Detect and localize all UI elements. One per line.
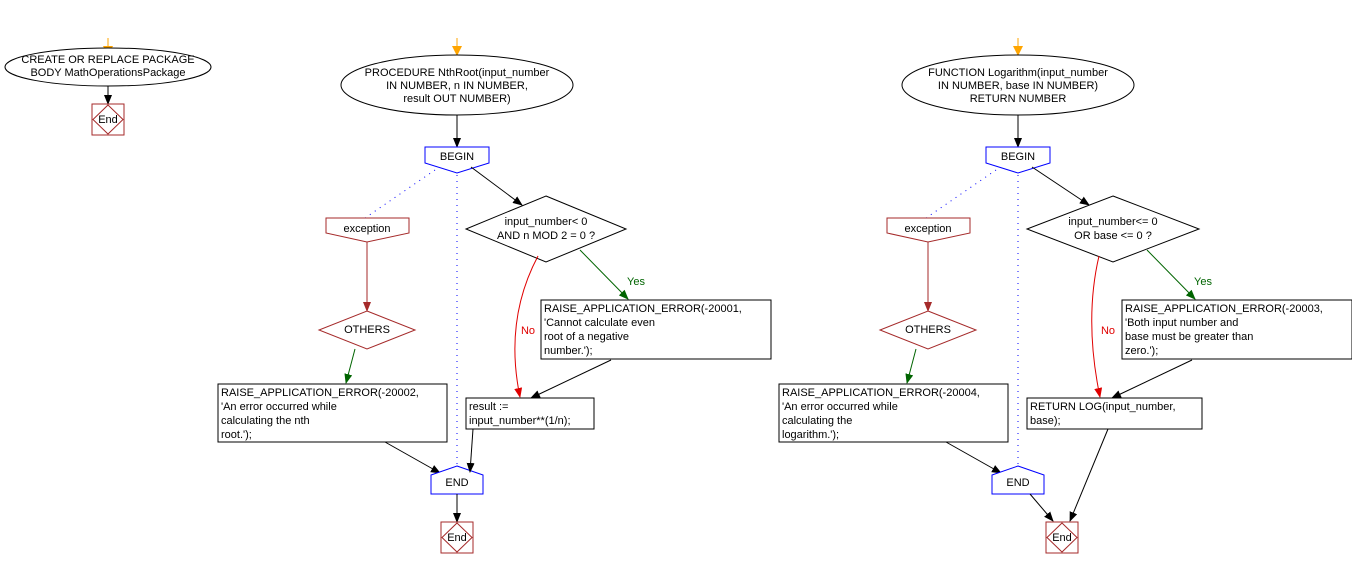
procedure-header-text: RETURN NUMBER: [970, 93, 1067, 105]
yes-action-text: RAISE_APPLICATION_ERROR(-20001,: [544, 303, 742, 315]
decision-text: AND n MOD 2 = 0 ?: [497, 230, 595, 242]
yes-action-text: RAISE_APPLICATION_ERROR(-20003,: [1125, 303, 1323, 315]
flow-arrow: [1029, 493, 1054, 522]
end-block-label: END: [1006, 477, 1029, 489]
others-action-text: calculating the: [782, 415, 852, 427]
no-action-text: input_number**(1/n);: [469, 415, 571, 427]
flow-arrow: [466, 428, 475, 473]
others-label: OTHERS: [905, 324, 951, 336]
decision-text: input_number< 0: [505, 216, 588, 228]
others-action-text: root.');: [221, 429, 252, 441]
flowchart: CREATE OR REPLACE PACKAGEBODY MathOperat…: [4, 38, 1352, 554]
others-action-text: RAISE_APPLICATION_ERROR(-20002,: [221, 387, 419, 399]
no-arrow: [1091, 255, 1103, 398]
others-arrow: [344, 348, 356, 384]
flow-arrow: [530, 359, 612, 399]
exception-label: exception: [343, 223, 390, 235]
decision-text: OR base <= 0 ?: [1074, 230, 1152, 242]
yes-action-text: root of a negative: [544, 331, 629, 343]
others-arrow: [905, 348, 917, 384]
others-label: OTHERS: [344, 324, 390, 336]
flow-arrow: [384, 441, 441, 474]
no-action-text: result :=: [469, 401, 508, 413]
procedure-header-text: FUNCTION Logarithm(input_number: [928, 67, 1108, 79]
procedure-end-node-label: End: [1052, 532, 1072, 544]
procedure-header-text: result OUT NUMBER): [403, 93, 510, 105]
flow-arrow: [1069, 428, 1109, 522]
begin-label: BEGIN: [1001, 151, 1035, 163]
yes-action-text: base must be greater than: [1125, 331, 1253, 343]
others-action-text: 'An error occurred while: [782, 401, 898, 413]
no-label: No: [1101, 325, 1115, 337]
yes-action-text: number.');: [544, 345, 593, 357]
yes-label: Yes: [1194, 276, 1212, 288]
yes-action-text: zero.');: [1125, 345, 1158, 357]
flow-arrow: [1111, 359, 1193, 399]
dotted-connector: [364, 169, 436, 219]
others-action-text: 'An error occurred while: [221, 401, 337, 413]
exception-label: exception: [904, 223, 951, 235]
procedure-header-text: IN NUMBER, base IN NUMBER): [938, 80, 1098, 92]
yes-action-text: 'Cannot calculate even: [544, 317, 655, 329]
package-end-node-label: End: [98, 114, 118, 126]
others-action-text: logarithm.');: [782, 429, 839, 441]
dotted-connector: [925, 169, 997, 219]
flow-arrow: [1031, 166, 1090, 206]
no-label: No: [521, 325, 535, 337]
others-action-text: calculating the nth: [221, 415, 310, 427]
procedure-end-node-label: End: [447, 532, 467, 544]
procedure-header-text: PROCEDURE NthRoot(input_number: [365, 67, 550, 79]
yes-arrow: [579, 249, 629, 300]
yes-arrow: [1146, 249, 1196, 300]
decision-text: input_number<= 0: [1068, 216, 1157, 228]
others-action-text: RAISE_APPLICATION_ERROR(-20004,: [782, 387, 980, 399]
begin-label: BEGIN: [440, 151, 474, 163]
end-block-label: END: [445, 477, 468, 489]
procedure-header-text: IN NUMBER, n IN NUMBER,: [386, 80, 528, 92]
no-action-text: RETURN LOG(input_number,: [1030, 401, 1176, 413]
yes-action-text: 'Both input number and: [1125, 317, 1238, 329]
no-action-text: base);: [1030, 415, 1061, 427]
yes-label: Yes: [627, 276, 645, 288]
flow-arrow: [470, 166, 523, 206]
flow-arrow: [945, 441, 1002, 474]
package-start-text: BODY MathOperationsPackage: [30, 67, 185, 79]
package-start-text: CREATE OR REPLACE PACKAGE: [21, 54, 194, 66]
